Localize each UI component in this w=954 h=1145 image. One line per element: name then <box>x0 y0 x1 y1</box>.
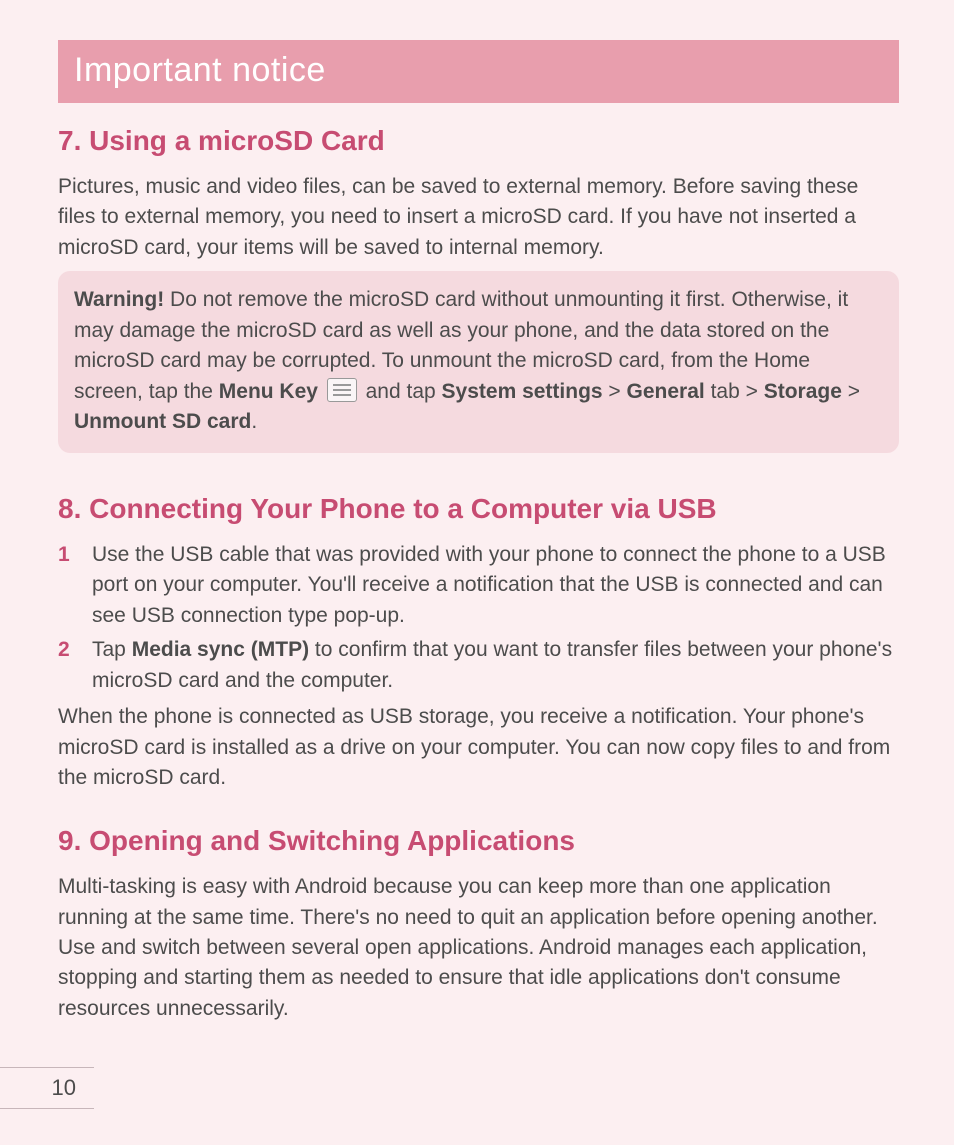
page-banner: Important notice <box>58 40 899 103</box>
step-2-number: 2 <box>58 635 92 696</box>
general-tab-label: General <box>627 380 705 403</box>
warning-label: Warning! <box>74 288 164 311</box>
section-8: 8. Connecting Your Phone to a Computer v… <box>58 489 899 793</box>
media-sync-label: Media sync (MTP) <box>132 638 309 661</box>
storage-label: Storage <box>764 380 842 403</box>
unmount-sd-card-label: Unmount SD card <box>74 410 251 433</box>
banner-title: Important notice <box>74 51 326 89</box>
warning-text-2: and tap <box>360 380 442 403</box>
warning-box: Warning! Do not remove the microSD card … <box>58 271 899 453</box>
warning-text-3: > <box>603 380 627 403</box>
step-2-text: Tap Media sync (MTP) to confirm that you… <box>92 635 899 696</box>
section-8-heading: 8. Connecting Your Phone to a Computer v… <box>58 489 899 530</box>
page: Important notice 7. Using a microSD Card… <box>0 0 954 1145</box>
section-8-paragraph-after: When the phone is connected as USB stora… <box>58 702 899 793</box>
warning-text-5: > <box>842 380 860 403</box>
step-2: 2 Tap Media sync (MTP) to confirm that y… <box>58 635 899 696</box>
step-2-pre: Tap <box>92 638 132 661</box>
menu-key-label: Menu Key <box>219 380 318 403</box>
system-settings-label: System settings <box>442 380 603 403</box>
warning-text-end: . <box>251 410 257 433</box>
section-7-heading: 7. Using a microSD Card <box>58 121 899 162</box>
page-number-footer: 10 <box>0 1067 94 1109</box>
step-1-number: 1 <box>58 540 92 631</box>
warning-text-4: tab > <box>705 380 764 403</box>
section-7: 7. Using a microSD Card Pictures, music … <box>58 121 899 453</box>
section-9-paragraph: Multi-tasking is easy with Android becau… <box>58 872 899 1024</box>
section-7-paragraph: Pictures, music and video files, can be … <box>58 172 899 263</box>
section-9: 9. Opening and Switching Applications Mu… <box>58 821 899 1024</box>
page-number: 10 <box>52 1075 76 1100</box>
section-9-heading: 9. Opening and Switching Applications <box>58 821 899 862</box>
menu-key-icon <box>327 378 357 402</box>
step-1-text: Use the USB cable that was provided with… <box>92 540 899 631</box>
step-1: 1 Use the USB cable that was provided wi… <box>58 540 899 631</box>
section-8-steps: 1 Use the USB cable that was provided wi… <box>58 540 899 696</box>
